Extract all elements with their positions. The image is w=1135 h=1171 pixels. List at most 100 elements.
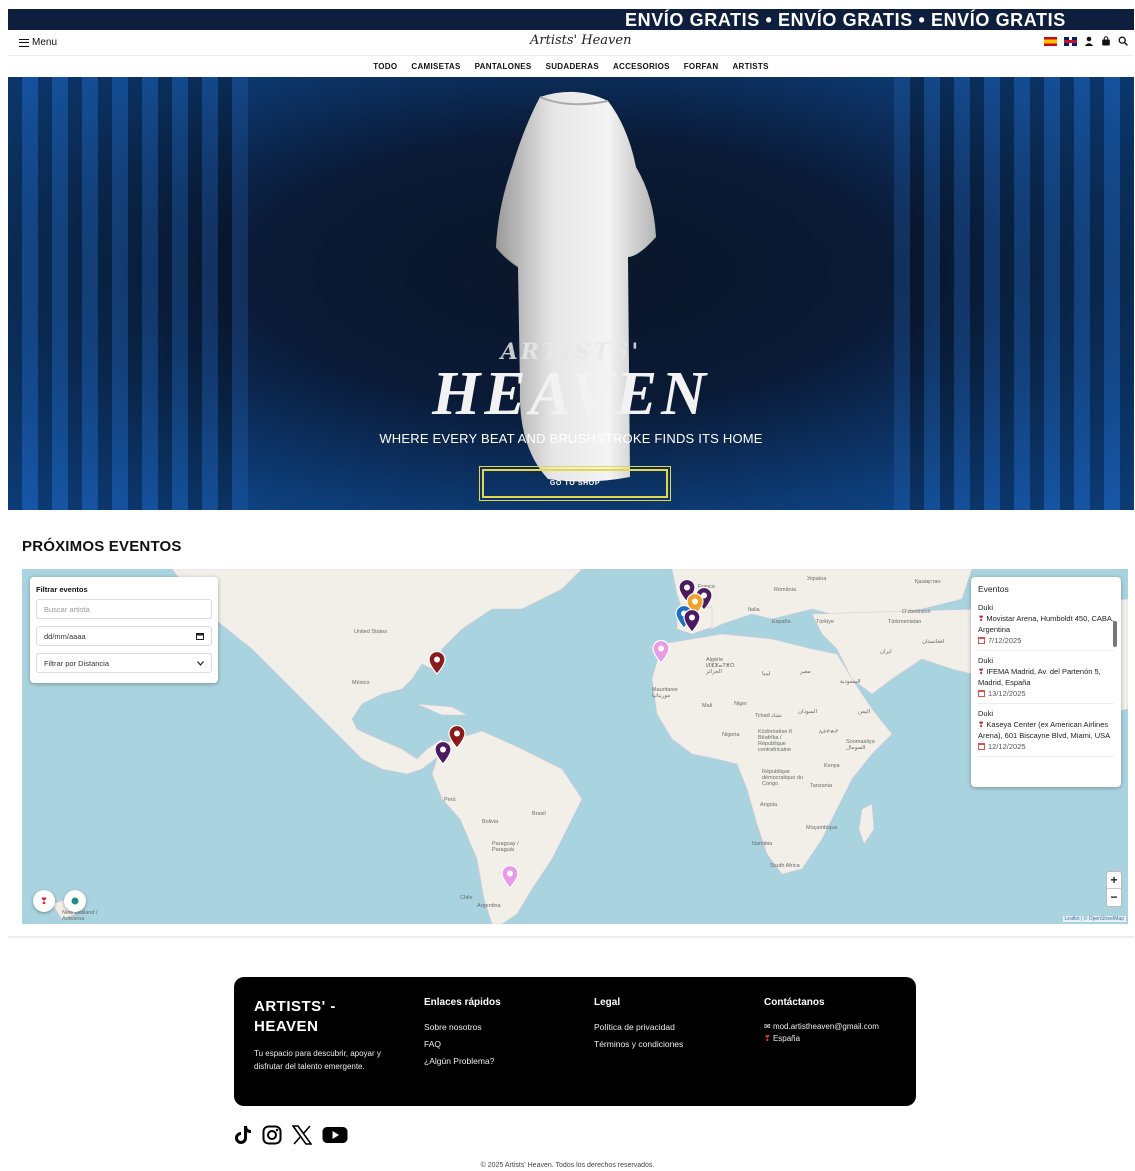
top-header: Menu Artists' Heaven: [8, 30, 1134, 56]
map-label-us: United States: [354, 629, 388, 635]
filter-panel: Filtrar eventos Buscar artista dd/mm/aaa…: [30, 577, 218, 683]
event-artist: Duki: [978, 603, 994, 612]
hero-title: HEAVEN: [432, 360, 710, 428]
map-label-et: ኢትዮጵያ: [819, 729, 838, 735]
map-label-nz: New Zealand / Aotearoa: [62, 910, 98, 922]
nav-forfan[interactable]: FORFAN: [684, 62, 719, 71]
link-problema[interactable]: ¿Algún Problema?: [424, 1056, 501, 1066]
contact-email[interactable]: mod.artistheaven@gmail.com: [773, 1022, 879, 1031]
event-item[interactable]: Duki ❣ Movistar Arena, Humboldt 450, CAB…: [978, 602, 1114, 651]
map-label-ne: Niger: [734, 701, 748, 707]
promo-banner: ENVÍO GRATIS • ENVÍO GRATIS • ENVÍO GRAT…: [8, 9, 1134, 30]
map-label-ar: Argentina: [477, 903, 501, 909]
events-scrollbar[interactable]: [1113, 621, 1117, 647]
link-sobre-nosotros[interactable]: Sobre nosotros: [424, 1022, 501, 1032]
events-map[interactable]: United States México Brasil Perú Bolivia…: [22, 569, 1128, 924]
nav-todo[interactable]: TODO: [373, 62, 397, 71]
user-icon[interactable]: [1084, 36, 1094, 46]
event-artist: Duki: [978, 709, 994, 718]
filter-title: Filtrar eventos: [36, 585, 88, 594]
distance-filter-select[interactable]: Filtrar por Distancia: [36, 653, 212, 673]
go-to-shop-button[interactable]: GO TO SHOP: [479, 466, 671, 501]
map-label-ke: Kenya: [824, 763, 840, 769]
event-item[interactable]: Duki ❣ IFEMA Madrid, Av. del Partenón 5,…: [978, 655, 1114, 704]
link-privacidad[interactable]: Política de privacidad: [594, 1022, 683, 1032]
youtube-icon[interactable]: [322, 1125, 348, 1145]
menu-button[interactable]: Menu: [19, 37, 57, 48]
uk-flag-icon[interactable]: [1064, 36, 1077, 46]
event-marker[interactable]: [428, 651, 446, 675]
spain-flag-icon[interactable]: [1044, 36, 1057, 46]
search-icon[interactable]: [1118, 36, 1128, 46]
event-marker[interactable]: [683, 609, 701, 633]
location-pin-icon: ❣: [40, 895, 48, 906]
nav-sudaderas[interactable]: SUDADERAS: [546, 62, 599, 71]
map-label-cl: Chile: [460, 895, 473, 901]
event-date: 7/12/2025: [988, 636, 1022, 645]
section-divider: [8, 936, 1134, 938]
link-faq[interactable]: FAQ: [424, 1039, 501, 1049]
map-label-sd: السودان: [798, 709, 817, 715]
event-marker[interactable]: [434, 741, 452, 765]
map-label-eg: مصر: [800, 669, 811, 675]
map-label-sa: السعودية: [840, 679, 861, 685]
map-label-tm: Türkmenistan: [888, 619, 922, 625]
dot-icon: [71, 897, 79, 905]
event-item[interactable]: Duki ❣ Kaseya Center (ex American Airlin…: [978, 708, 1114, 757]
map-label-ro: România: [774, 587, 797, 593]
hamburger-icon: [19, 38, 29, 47]
instagram-icon[interactable]: [262, 1125, 282, 1145]
event-venue: Movistar Arena, Humboldt 450, CABA, Arge…: [978, 614, 1114, 634]
zoom-in-button[interactable]: +: [1107, 872, 1121, 889]
map-label-py: Paraguay / Paraguái: [492, 841, 519, 853]
event-venue: IFEMA Madrid, Av. del Partenón 5, Madrid…: [978, 667, 1101, 687]
zoom-out-button[interactable]: −: [1107, 889, 1121, 906]
map-label-es: España: [772, 619, 791, 625]
map-label-kz: Қазақстан: [915, 579, 941, 585]
nav-accesorios[interactable]: ACCESORIOS: [613, 62, 670, 71]
nav-pantalones[interactable]: PANTALONES: [475, 62, 532, 71]
hero-tagline: WHERE EVERY BEAT AND BRUSHSTROKE FINDS I…: [379, 431, 763, 446]
map-label-bo: Bolivia: [482, 819, 499, 825]
event-date: 12/12/2025: [988, 742, 1026, 751]
map-label-mz: Moçambique: [806, 825, 838, 831]
map-label-dz: Algérie ⵍⵣⵣⴰⵢⴻⵔ الجزائر: [706, 657, 735, 675]
nav-camisetas[interactable]: CAMISETAS: [411, 62, 460, 71]
map-label-na: Namibia: [752, 841, 773, 847]
tiktok-icon[interactable]: [234, 1125, 252, 1145]
footer: ARTISTS' - HEAVEN Tu espacio para descub…: [234, 977, 916, 1106]
events-panel-title: Eventos: [978, 584, 1009, 594]
map-label-mx: México: [352, 680, 370, 686]
link-terminos[interactable]: Términos y condiciones: [594, 1039, 683, 1049]
event-date: 13/12/2025: [988, 689, 1026, 698]
promo-text: ENVÍO GRATIS • ENVÍO GRATIS • ENVÍO GRAT…: [625, 10, 1066, 30]
contact-location: España: [772, 1034, 801, 1043]
map-label-ye: اليمن: [858, 709, 871, 715]
nav-artists[interactable]: ARTISTS: [732, 62, 768, 71]
map-label-ir: ایران: [880, 649, 892, 655]
header-actions: [1044, 36, 1128, 46]
x-icon[interactable]: [292, 1125, 312, 1145]
event-marker[interactable]: [501, 865, 519, 889]
artist-search-input[interactable]: Buscar artista: [36, 599, 212, 619]
calendar-icon: [978, 743, 985, 750]
category-nav: TODO CAMISETAS PANTALONES SUDADERAS ACCE…: [8, 56, 1134, 77]
site-logo[interactable]: Artists' Heaven: [530, 33, 631, 48]
map-attribution[interactable]: Leaflet | © OpenStreetMap: [1062, 916, 1126, 922]
event-marker[interactable]: [652, 640, 670, 664]
bag-icon[interactable]: [1101, 36, 1111, 46]
map-label-pe: Perú: [444, 797, 456, 803]
map-label-td: Tchad تشاد: [755, 713, 782, 719]
map-label-br: Brasil: [532, 811, 546, 817]
contact-title: Contáctanos: [764, 997, 825, 1008]
chevron-down-icon: [197, 660, 204, 666]
social-links: [234, 1125, 348, 1145]
center-map-button[interactable]: [64, 890, 86, 912]
location-pin-icon: ❣: [978, 667, 985, 676]
event-artist: Duki: [978, 656, 994, 665]
mail-icon: ✉: [764, 1022, 771, 1031]
date-filter-input[interactable]: dd/mm/aaaa: [36, 626, 212, 646]
footer-description: Tu espacio para descubrir, apoyar y disf…: [254, 1049, 381, 1071]
map-label-ly: ليبيا: [762, 671, 771, 677]
locate-button[interactable]: ❣: [33, 890, 55, 912]
